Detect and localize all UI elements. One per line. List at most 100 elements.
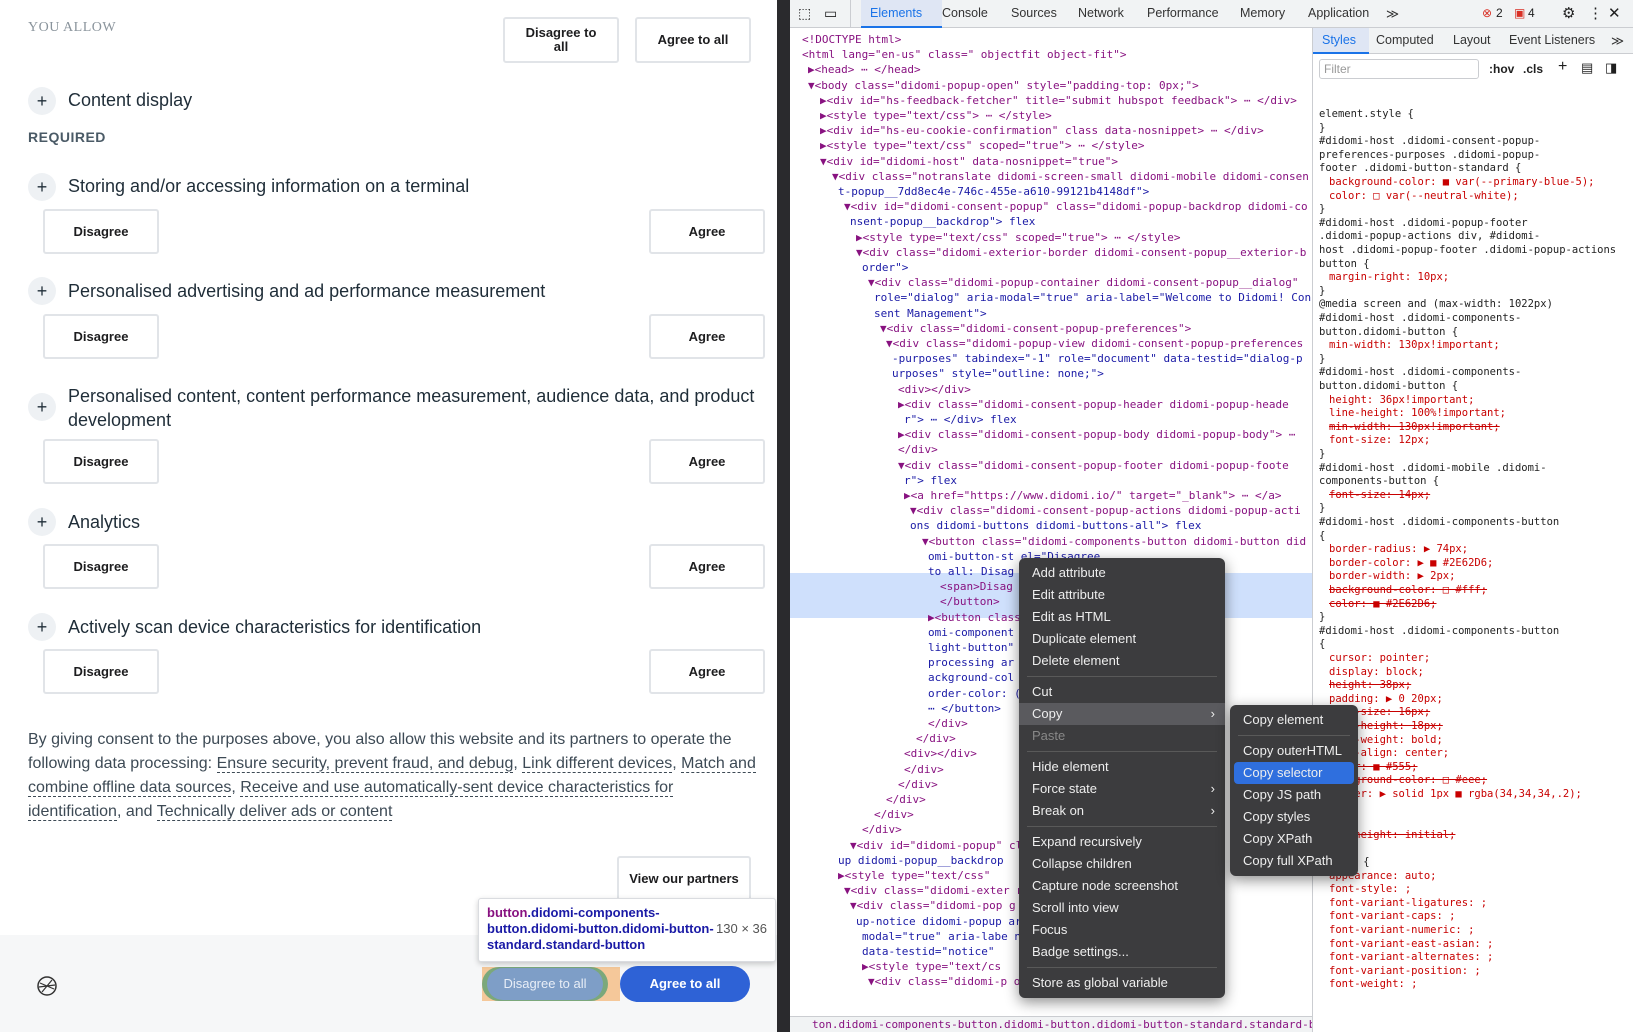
style-rule-line[interactable]: components-button { [1319,475,1439,489]
dom-node-line[interactable]: ▶<style type="text/cs [862,959,1001,974]
tab-network[interactable]: Network [1078,6,1124,20]
dom-node-line[interactable]: <!DOCTYPE html> [802,32,901,47]
style-rule-line[interactable]: { [1319,638,1325,652]
dom-node-line[interactable]: ▶<style type="text/css"> ⋯ </style> [820,108,1052,123]
style-rule-line[interactable]: button { [1319,258,1370,272]
processing-link[interactable]: Ensure security, prevent fraud, and debu… [216,755,514,773]
dom-node-line[interactable]: ▼<div class="notranslate didomi-screen-s… [832,169,1309,184]
more-tabs-icon[interactable]: ≫ [1386,6,1399,21]
dom-node-line[interactable]: </div> [874,807,914,822]
expand-icon[interactable]: + [28,508,56,536]
warning-icon[interactable]: ▣ [1514,6,1525,20]
menu-item[interactable]: Capture node screenshot [1019,875,1225,897]
style-rule-line[interactable]: button.didomi-button { [1319,380,1458,394]
style-rule-line[interactable]: font-variant-position: ; [1319,965,1481,979]
style-rule-line[interactable]: #didomi-host .didomi-components- [1319,366,1521,380]
submenu-item[interactable]: Copy styles [1230,806,1358,828]
error-icon[interactable]: ⊗ [1482,6,1492,20]
dom-node-line[interactable]: ▼<div class="didomi-popup-container dido… [868,275,1298,290]
menu-item[interactable]: Delete element [1019,650,1225,672]
dom-node-line[interactable]: ▼<div class="didomi-exterior-border dido… [856,245,1306,260]
style-rule-line[interactable]: border-radius: ▶ 74px; [1319,543,1468,557]
dom-node-line[interactable]: ▼<div class="didomi-consent-popup-footer… [898,458,1289,473]
dom-node-line[interactable]: ▼<div class="didomi-consent-popup-action… [910,503,1301,518]
menu-item[interactable]: Focus [1019,919,1225,941]
dom-node-line[interactable]: urposes" style="outline: none;"> [892,366,1104,381]
style-rule-line[interactable]: line-height: 100%!important; [1319,407,1506,421]
style-rule-line[interactable]: display: block; [1319,666,1424,680]
agree-button[interactable]: Agree [649,649,765,694]
style-rule-line[interactable]: margin-right: 10px; [1319,271,1449,285]
style-rule-line[interactable]: } [1319,611,1325,625]
dom-node-line[interactable]: ▼<body class="didomi-popup-open" style="… [808,78,1199,93]
expand-icon[interactable]: + [28,87,56,115]
dom-node-line[interactable]: <div></div> [904,746,977,761]
disagree-to-all-button[interactable]: Disagree to all [487,968,603,1000]
menu-item[interactable]: Add attribute [1019,562,1225,584]
agree-button[interactable]: Agree [649,544,765,589]
dom-node-line[interactable]: </div> [916,731,956,746]
dom-node-line[interactable]: ⋯ </button> [928,701,1001,716]
submenu-item[interactable]: Copy full XPath [1230,850,1358,872]
disagree-button[interactable]: Disagree [43,544,159,589]
disagree-button[interactable]: Disagree [43,649,159,694]
tab-performance[interactable]: Performance [1147,6,1219,20]
style-rule-line[interactable]: height: 36px!important; [1319,394,1474,408]
style-rule-line[interactable]: } [1319,203,1325,217]
dom-node-line[interactable]: ▶<div id="hs-eu-cookie-confirmation" cla… [820,123,1264,138]
menu-item[interactable]: Hide element [1019,756,1225,778]
expand-icon[interactable]: + [28,613,56,641]
hov-toggle[interactable]: :hov [1489,62,1514,76]
inspect-icon[interactable]: ⬚ [798,5,811,22]
dom-node-line[interactable]: t-popup__7dd8ec4e-746c-455e-a610-99121b4… [838,184,1149,199]
menu-item-break-on[interactable]: Break on › [1019,800,1225,822]
dom-node-line[interactable]: r"> flex [904,473,957,488]
dom-node-line[interactable]: ▼<div id="didomi-host" data-nosnippet="t… [820,154,1118,169]
style-rule-line[interactable]: color: □ var(--neutral-white); [1319,190,1519,204]
menu-item[interactable]: Scroll into view [1019,897,1225,919]
disagree-button[interactable]: Disagree [43,439,159,484]
menu-item[interactable]: Cut [1019,681,1225,703]
style-rule-line[interactable]: #didomi-host .didomi-popup-footer [1319,217,1528,231]
expand-icon[interactable]: + [28,393,56,421]
dom-node-line[interactable]: ons didomi-buttons didomi-buttons-all"> … [910,518,1201,533]
menu-item[interactable]: Collapse children [1019,853,1225,875]
menu-item[interactable]: Edit attribute [1019,584,1225,606]
dom-breadcrumb[interactable]: ton.didomi-components-button.didomi-butt… [790,1016,1312,1032]
close-icon[interactable]: ✕ [1608,4,1621,22]
tab-memory[interactable]: Memory [1240,6,1285,20]
style-rule-line[interactable]: #didomi-host .didomi-components- [1319,312,1521,326]
style-rule-line[interactable]: font-variant-numeric: ; [1319,924,1474,938]
dom-node-line[interactable]: ▶<style type="text/css" scoped="true"> ⋯… [820,138,1145,153]
agree-to-all-button-top[interactable]: Agree to all [635,17,751,63]
split-divider[interactable] [777,0,790,1032]
style-rule-line[interactable]: height: 38px; [1319,679,1411,693]
menu-item[interactable]: Store as global variable [1019,972,1225,994]
paint-icon[interactable]: ▤ [1581,60,1593,76]
style-rule-line[interactable]: element.style { [1319,108,1414,122]
expand-icon[interactable]: + [28,277,56,305]
dom-node-line[interactable]: role="dialog" aria-modal="true" aria-lab… [874,290,1311,305]
dom-node-line[interactable]: </button> [940,594,1000,609]
tab-event-listeners[interactable]: Event Listeners [1509,33,1595,47]
style-rule-line[interactable]: font-variant-ligatures: ; [1319,897,1487,911]
sidebar-toggle-icon[interactable]: ◨ [1605,60,1617,76]
style-rule-line[interactable]: } [1319,122,1325,136]
dom-node-line[interactable]: r"> ⋯ </div> flex [904,412,1017,427]
dom-node-line[interactable]: ▶<div class="didomi-consent-popup-body d… [898,427,1295,442]
styles-filter-input[interactable]: Filter [1319,59,1479,79]
style-rule-line[interactable]: border-width: ▶ 2px; [1319,570,1455,584]
submenu-item[interactable]: Copy XPath [1230,828,1358,850]
style-rule-line[interactable]: preferences-purposes .didomi-popup- [1319,149,1540,163]
style-rule-line[interactable]: } [1319,285,1325,299]
style-rule-line[interactable]: button.didomi-button { [1319,326,1458,340]
dom-node-line[interactable]: ▶<style type="text/css" scoped="true"> ⋯… [856,230,1181,245]
style-rule-line[interactable]: font-variant-east-asian: ; [1319,938,1493,952]
style-rule-line[interactable]: host .didomi-popup-footer .didomi-popup-… [1319,244,1616,258]
style-rule-line[interactable]: border: ▶ solid 1px ■ rgba(34,34,34,.2); [1319,788,1582,802]
processing-link[interactable]: Link different devices [522,755,673,773]
dom-node-line[interactable]: </div> [904,762,944,777]
style-rule-line[interactable]: min-width: 130px!important; [1319,421,1500,435]
tab-computed[interactable]: Computed [1376,33,1434,47]
dom-node-line[interactable]: ▶<div id="hs-feedback-fetcher" title="su… [820,93,1297,108]
